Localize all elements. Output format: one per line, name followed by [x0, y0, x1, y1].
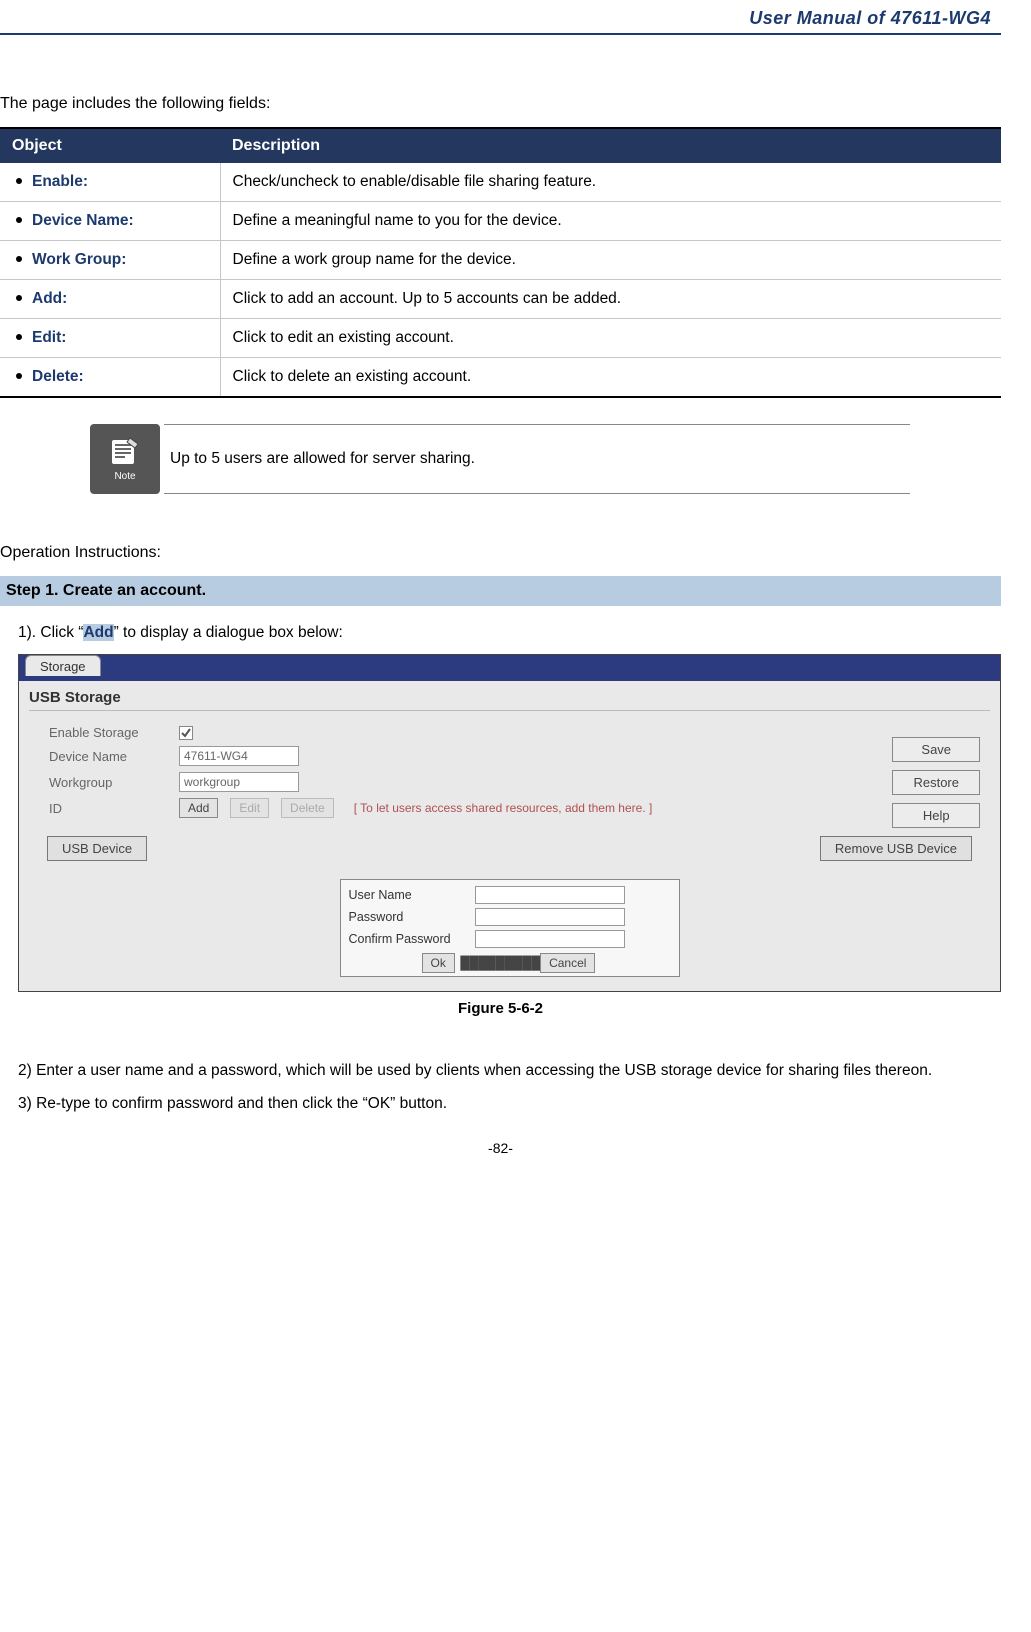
restore-button[interactable]: Restore	[892, 770, 980, 795]
obj-desc: Define a work group name for the device.	[220, 241, 1001, 280]
password-label: Password	[349, 910, 469, 924]
table-row: Work Group: Define a work group name for…	[0, 241, 1001, 280]
table-row: Add: Click to add an account. Up to 5 ac…	[0, 280, 1001, 319]
workgroup-input[interactable]: workgroup	[179, 772, 299, 792]
delete-button[interactable]: Delete	[281, 798, 334, 818]
page-number: -82-	[0, 1140, 1001, 1156]
password-input[interactable]	[475, 908, 625, 926]
intro-text: The page includes the following fields:	[0, 95, 1001, 113]
obj-desc: Check/uncheck to enable/disable file sha…	[220, 163, 1001, 202]
bullet-icon	[16, 295, 22, 301]
obj-desc: Click to add an account. Up to 5 account…	[220, 280, 1001, 319]
obj-label: Delete:	[32, 368, 84, 385]
step1-suffix: ” to display a dialogue box below:	[114, 624, 343, 641]
obj-desc: Click to delete an existing account.	[220, 358, 1001, 398]
save-button[interactable]: Save	[892, 737, 980, 762]
step1-prefix: 1). Click “	[18, 624, 83, 641]
page-header: User Manual of 47611-WG4	[0, 0, 1001, 35]
step-2-text: 2) Enter a user name and a password, whi…	[18, 1055, 1001, 1088]
bullet-icon	[16, 256, 22, 262]
table-row: Device Name: Define a meaningful name to…	[0, 202, 1001, 241]
obj-label: Device Name:	[32, 212, 134, 229]
confirm-password-input[interactable]	[475, 930, 625, 948]
bullet-icon	[16, 373, 22, 379]
th-object: Object	[0, 128, 220, 163]
panel-title: USB Storage	[29, 689, 990, 711]
ok-button[interactable]: Ok	[422, 953, 455, 973]
enable-label: Enable Storage	[29, 725, 169, 740]
id-hint: [ To let users access shared resources, …	[354, 801, 653, 815]
obj-desc: Define a meaningful name to you for the …	[220, 202, 1001, 241]
enable-checkbox[interactable]	[179, 726, 193, 740]
table-row: Delete: Click to delete an existing acco…	[0, 358, 1001, 398]
note-text: Up to 5 users are allowed for server sha…	[170, 450, 475, 468]
add-account-dialog: User Name Password Confirm Password Ok █…	[340, 879, 680, 977]
username-label: User Name	[349, 888, 469, 902]
manual-title: User Manual of 47611-WG4	[0, 8, 991, 29]
cancel-button[interactable]: Cancel	[540, 953, 595, 973]
figure-caption: Figure 5-6-2	[0, 1000, 1001, 1017]
help-button[interactable]: Help	[892, 803, 980, 828]
workgroup-label: Workgroup	[29, 775, 169, 790]
obj-label: Work Group:	[32, 251, 126, 268]
side-buttons: Save Restore Help	[892, 737, 980, 828]
bullet-icon	[16, 217, 22, 223]
device-name-input[interactable]: 47611-WG4	[179, 746, 299, 766]
obj-label: Add:	[32, 290, 67, 307]
step-1-line: 1). Click “Add” to display a dialogue bo…	[18, 624, 1001, 642]
operation-heading: Operation Instructions:	[0, 544, 1001, 562]
device-name-label: Device Name	[29, 749, 169, 764]
step-title: Step 1. Create an account.	[0, 576, 1001, 606]
username-input[interactable]	[475, 886, 625, 904]
th-description: Description	[220, 128, 1001, 163]
note-icon-label: Note	[114, 471, 135, 482]
bullet-icon	[16, 334, 22, 340]
usb-device-button[interactable]: USB Device	[47, 836, 147, 861]
obj-label: Enable:	[32, 173, 88, 190]
add-button[interactable]: Add	[179, 798, 218, 818]
step-3-text: 3) Re-type to confirm password and then …	[18, 1088, 1001, 1121]
storage-tab[interactable]: Storage	[25, 655, 101, 676]
obj-label: Edit:	[32, 329, 66, 346]
remove-usb-button[interactable]: Remove USB Device	[820, 836, 972, 861]
bullet-icon	[16, 178, 22, 184]
note-block: Note Up to 5 users are allowed for serve…	[90, 424, 910, 494]
confirm-password-label: Confirm Password	[349, 932, 469, 946]
add-highlight: Add	[83, 624, 113, 641]
fields-table: Object Description Enable: Check/uncheck…	[0, 127, 1001, 398]
table-row: Edit: Click to edit an existing account.	[0, 319, 1001, 358]
table-row: Enable: Check/uncheck to enable/disable …	[0, 163, 1001, 202]
note-icon: Note	[90, 424, 160, 494]
obj-desc: Click to edit an existing account.	[220, 319, 1001, 358]
id-label: ID	[29, 801, 169, 816]
edit-button[interactable]: Edit	[230, 798, 269, 818]
figure-screenshot: Storage USB Storage Save Restore Help En…	[18, 654, 1001, 992]
